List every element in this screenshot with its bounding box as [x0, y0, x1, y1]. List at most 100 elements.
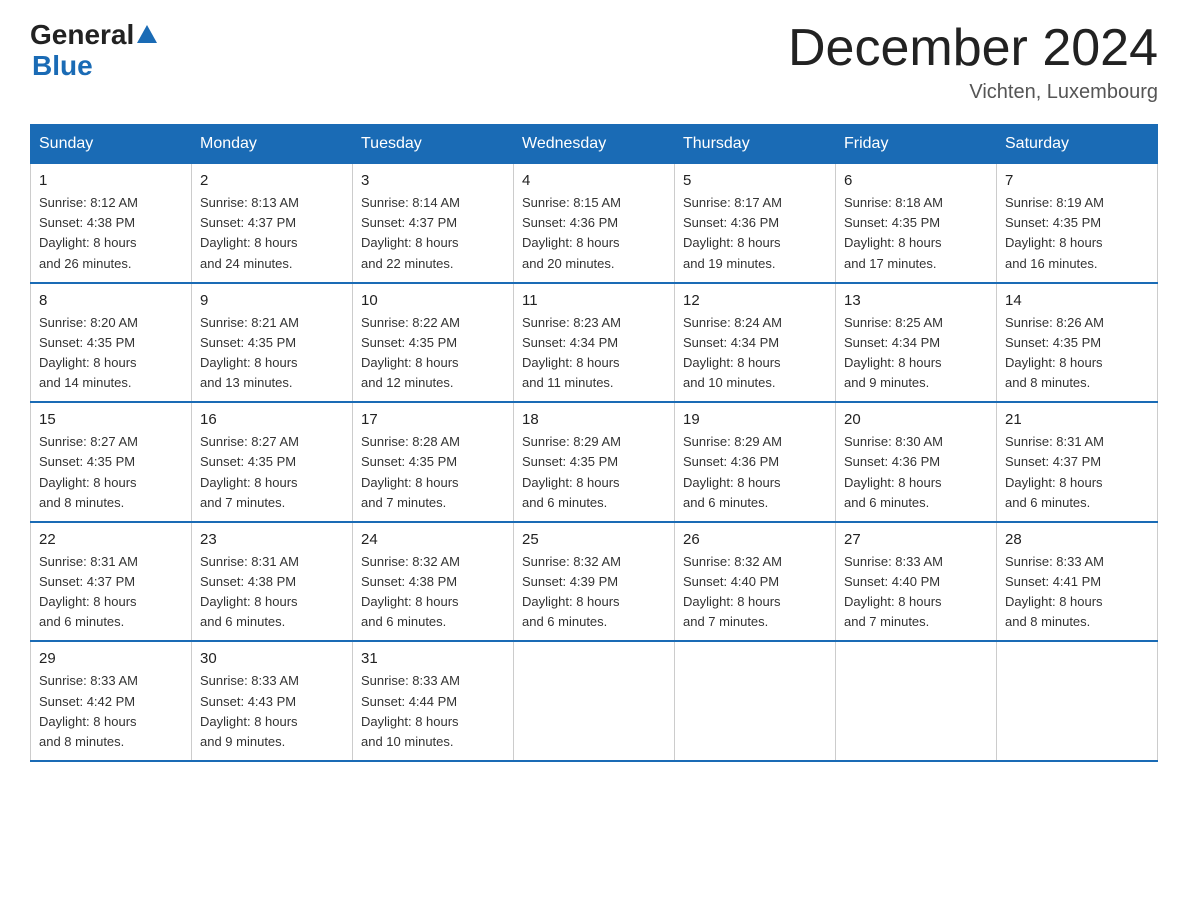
header-wednesday: Wednesday — [514, 125, 675, 164]
day-number: 5 — [683, 172, 827, 189]
week-row-5: 29 Sunrise: 8:33 AM Sunset: 4:42 PM Dayl… — [31, 641, 1158, 761]
calendar-cell: 30 Sunrise: 8:33 AM Sunset: 4:43 PM Dayl… — [192, 641, 353, 761]
day-number: 9 — [200, 292, 344, 309]
day-detail: Sunrise: 8:27 AM Sunset: 4:35 PM Dayligh… — [200, 432, 344, 513]
day-number: 11 — [522, 292, 666, 309]
header-saturday: Saturday — [997, 125, 1158, 164]
title-block: December 2024 Vichten, Luxembourg — [788, 20, 1158, 104]
day-detail: Sunrise: 8:24 AM Sunset: 4:34 PM Dayligh… — [683, 313, 827, 394]
day-number: 4 — [522, 172, 666, 189]
calendar-cell: 20 Sunrise: 8:30 AM Sunset: 4:36 PM Dayl… — [836, 402, 997, 522]
calendar-cell: 16 Sunrise: 8:27 AM Sunset: 4:35 PM Dayl… — [192, 402, 353, 522]
calendar-cell — [514, 641, 675, 761]
calendar-cell: 4 Sunrise: 8:15 AM Sunset: 4:36 PM Dayli… — [514, 164, 675, 283]
day-number: 20 — [844, 411, 988, 428]
page-header: General Blue December 2024 Vichten, Luxe… — [30, 20, 1158, 104]
week-row-3: 15 Sunrise: 8:27 AM Sunset: 4:35 PM Dayl… — [31, 402, 1158, 522]
day-number: 14 — [1005, 292, 1149, 309]
day-number: 6 — [844, 172, 988, 189]
header-monday: Monday — [192, 125, 353, 164]
header-thursday: Thursday — [675, 125, 836, 164]
day-number: 7 — [1005, 172, 1149, 189]
day-detail: Sunrise: 8:15 AM Sunset: 4:36 PM Dayligh… — [522, 193, 666, 274]
day-detail: Sunrise: 8:26 AM Sunset: 4:35 PM Dayligh… — [1005, 313, 1149, 394]
calendar-cell — [836, 641, 997, 761]
day-detail: Sunrise: 8:22 AM Sunset: 4:35 PM Dayligh… — [361, 313, 505, 394]
day-detail: Sunrise: 8:14 AM Sunset: 4:37 PM Dayligh… — [361, 193, 505, 274]
calendar-cell: 15 Sunrise: 8:27 AM Sunset: 4:35 PM Dayl… — [31, 402, 192, 522]
calendar-cell: 23 Sunrise: 8:31 AM Sunset: 4:38 PM Dayl… — [192, 522, 353, 642]
day-detail: Sunrise: 8:19 AM Sunset: 4:35 PM Dayligh… — [1005, 193, 1149, 274]
calendar-cell: 26 Sunrise: 8:32 AM Sunset: 4:40 PM Dayl… — [675, 522, 836, 642]
day-number: 12 — [683, 292, 827, 309]
header-friday: Friday — [836, 125, 997, 164]
calendar-cell: 31 Sunrise: 8:33 AM Sunset: 4:44 PM Dayl… — [353, 641, 514, 761]
day-detail: Sunrise: 8:29 AM Sunset: 4:35 PM Dayligh… — [522, 432, 666, 513]
calendar-cell: 5 Sunrise: 8:17 AM Sunset: 4:36 PM Dayli… — [675, 164, 836, 283]
week-row-4: 22 Sunrise: 8:31 AM Sunset: 4:37 PM Dayl… — [31, 522, 1158, 642]
day-number: 3 — [361, 172, 505, 189]
calendar-cell: 11 Sunrise: 8:23 AM Sunset: 4:34 PM Dayl… — [514, 283, 675, 403]
calendar-cell: 25 Sunrise: 8:32 AM Sunset: 4:39 PM Dayl… — [514, 522, 675, 642]
day-detail: Sunrise: 8:31 AM Sunset: 4:37 PM Dayligh… — [39, 552, 183, 633]
calendar-cell: 24 Sunrise: 8:32 AM Sunset: 4:38 PM Dayl… — [353, 522, 514, 642]
day-number: 17 — [361, 411, 505, 428]
calendar-cell: 6 Sunrise: 8:18 AM Sunset: 4:35 PM Dayli… — [836, 164, 997, 283]
day-detail: Sunrise: 8:33 AM Sunset: 4:44 PM Dayligh… — [361, 671, 505, 752]
day-detail: Sunrise: 8:23 AM Sunset: 4:34 PM Dayligh… — [522, 313, 666, 394]
calendar-cell: 1 Sunrise: 8:12 AM Sunset: 4:38 PM Dayli… — [31, 164, 192, 283]
location-subtitle: Vichten, Luxembourg — [788, 81, 1158, 104]
day-number: 1 — [39, 172, 183, 189]
day-detail: Sunrise: 8:27 AM Sunset: 4:35 PM Dayligh… — [39, 432, 183, 513]
day-number: 2 — [200, 172, 344, 189]
weekday-header-row: Sunday Monday Tuesday Wednesday Thursday… — [31, 125, 1158, 164]
calendar-cell: 22 Sunrise: 8:31 AM Sunset: 4:37 PM Dayl… — [31, 522, 192, 642]
calendar-cell: 2 Sunrise: 8:13 AM Sunset: 4:37 PM Dayli… — [192, 164, 353, 283]
day-number: 8 — [39, 292, 183, 309]
header-sunday: Sunday — [31, 125, 192, 164]
calendar-table: Sunday Monday Tuesday Wednesday Thursday… — [30, 124, 1158, 762]
day-number: 10 — [361, 292, 505, 309]
day-detail: Sunrise: 8:32 AM Sunset: 4:38 PM Dayligh… — [361, 552, 505, 633]
day-detail: Sunrise: 8:20 AM Sunset: 4:35 PM Dayligh… — [39, 313, 183, 394]
day-detail: Sunrise: 8:21 AM Sunset: 4:35 PM Dayligh… — [200, 313, 344, 394]
calendar-cell: 17 Sunrise: 8:28 AM Sunset: 4:35 PM Dayl… — [353, 402, 514, 522]
day-detail: Sunrise: 8:25 AM Sunset: 4:34 PM Dayligh… — [844, 313, 988, 394]
calendar-cell: 10 Sunrise: 8:22 AM Sunset: 4:35 PM Dayl… — [353, 283, 514, 403]
calendar-cell: 7 Sunrise: 8:19 AM Sunset: 4:35 PM Dayli… — [997, 164, 1158, 283]
calendar-cell: 18 Sunrise: 8:29 AM Sunset: 4:35 PM Dayl… — [514, 402, 675, 522]
day-number: 18 — [522, 411, 666, 428]
day-detail: Sunrise: 8:28 AM Sunset: 4:35 PM Dayligh… — [361, 432, 505, 513]
day-detail: Sunrise: 8:17 AM Sunset: 4:36 PM Dayligh… — [683, 193, 827, 274]
day-number: 15 — [39, 411, 183, 428]
calendar-cell: 28 Sunrise: 8:33 AM Sunset: 4:41 PM Dayl… — [997, 522, 1158, 642]
day-detail: Sunrise: 8:18 AM Sunset: 4:35 PM Dayligh… — [844, 193, 988, 274]
calendar-cell: 8 Sunrise: 8:20 AM Sunset: 4:35 PM Dayli… — [31, 283, 192, 403]
calendar-cell: 13 Sunrise: 8:25 AM Sunset: 4:34 PM Dayl… — [836, 283, 997, 403]
day-detail: Sunrise: 8:33 AM Sunset: 4:42 PM Dayligh… — [39, 671, 183, 752]
calendar-cell: 19 Sunrise: 8:29 AM Sunset: 4:36 PM Dayl… — [675, 402, 836, 522]
day-detail: Sunrise: 8:30 AM Sunset: 4:36 PM Dayligh… — [844, 432, 988, 513]
day-number: 28 — [1005, 531, 1149, 548]
day-number: 16 — [200, 411, 344, 428]
day-number: 22 — [39, 531, 183, 548]
logo-blue-text: Blue — [32, 51, 157, 82]
logo: General Blue — [30, 20, 157, 82]
day-number: 31 — [361, 650, 505, 667]
day-detail: Sunrise: 8:12 AM Sunset: 4:38 PM Dayligh… — [39, 193, 183, 274]
day-detail: Sunrise: 8:32 AM Sunset: 4:39 PM Dayligh… — [522, 552, 666, 633]
day-detail: Sunrise: 8:31 AM Sunset: 4:37 PM Dayligh… — [1005, 432, 1149, 513]
calendar-cell: 29 Sunrise: 8:33 AM Sunset: 4:42 PM Dayl… — [31, 641, 192, 761]
day-detail: Sunrise: 8:33 AM Sunset: 4:40 PM Dayligh… — [844, 552, 988, 633]
day-detail: Sunrise: 8:31 AM Sunset: 4:38 PM Dayligh… — [200, 552, 344, 633]
calendar-cell: 14 Sunrise: 8:26 AM Sunset: 4:35 PM Dayl… — [997, 283, 1158, 403]
week-row-2: 8 Sunrise: 8:20 AM Sunset: 4:35 PM Dayli… — [31, 283, 1158, 403]
day-detail: Sunrise: 8:29 AM Sunset: 4:36 PM Dayligh… — [683, 432, 827, 513]
day-number: 25 — [522, 531, 666, 548]
day-number: 29 — [39, 650, 183, 667]
day-number: 27 — [844, 531, 988, 548]
day-number: 30 — [200, 650, 344, 667]
header-tuesday: Tuesday — [353, 125, 514, 164]
day-detail: Sunrise: 8:33 AM Sunset: 4:41 PM Dayligh… — [1005, 552, 1149, 633]
logo-general-text: General — [30, 20, 134, 51]
